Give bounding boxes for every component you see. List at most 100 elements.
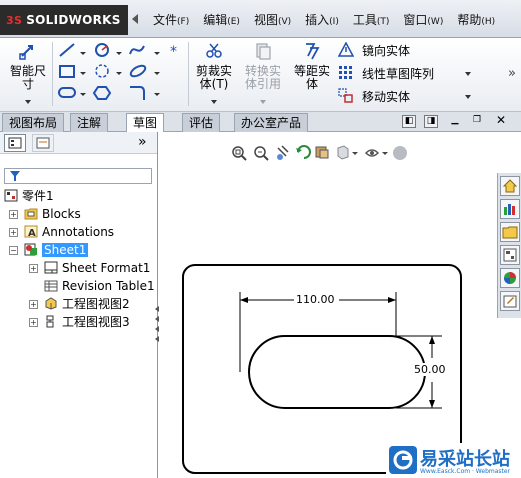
solidworks-logo[interactable]: 3S SOLIDWORKS	[0, 5, 128, 35]
home-icon[interactable]	[500, 176, 520, 196]
offset-entities-button[interactable]: 等距实 体	[290, 42, 334, 91]
convert-entities-icon	[256, 43, 271, 60]
tree-item-blocks-label: Blocks	[42, 207, 81, 221]
spline-tool-icon[interactable]	[129, 45, 145, 55]
view-palette-icon[interactable]	[500, 245, 520, 265]
tab-office-products[interactable]: 办公室产品	[234, 113, 309, 132]
property-manager-tab-icon[interactable]	[32, 134, 54, 152]
tab-evaluate[interactable]: 评估	[182, 113, 221, 132]
tab-annotation[interactable]: 注解	[70, 113, 109, 132]
trim-entities-button[interactable]: 剪裁实 体(T)	[192, 42, 236, 91]
filter-icon	[10, 171, 20, 181]
view2-expand-icon[interactable]: +	[29, 300, 38, 309]
restore-icon[interactable]: ❐	[470, 115, 484, 128]
offset-icon	[306, 43, 320, 60]
arc-tool-icon[interactable]	[95, 64, 109, 78]
mirror-entities-button[interactable]: 镜向实体	[362, 42, 410, 59]
circle-tool-icon[interactable]	[95, 43, 109, 57]
tree-item-revision-table-label: Revision Table1	[62, 279, 155, 293]
menu-view[interactable]: 视图(V)	[247, 8, 298, 32]
menu-insert[interactable]: 插入(I)	[298, 8, 346, 32]
dimension-horizontal-text[interactable]: 110.00	[294, 293, 337, 306]
convert-dropdown-icon[interactable]	[260, 100, 266, 104]
tree-item-blocks[interactable]: Blocks	[24, 206, 81, 223]
tile-right-icon[interactable]: ◨	[424, 115, 438, 128]
file-explorer-icon[interactable]	[500, 222, 520, 242]
tree-item-drawing-view2-label: 工程图视图2	[62, 297, 130, 311]
menu-file[interactable]: 文件(F)	[146, 8, 196, 32]
circle-dropdown-icon	[116, 52, 122, 55]
smart-dimension-dropdown-icon[interactable]	[25, 100, 31, 104]
panel-toolbar: »	[0, 132, 157, 154]
ellipse-tool-icon[interactable]	[129, 64, 147, 79]
menu-tools[interactable]: 工具(T)	[346, 8, 397, 32]
line-tool-icon[interactable]	[59, 43, 75, 57]
view3-expand-icon[interactable]: +	[29, 318, 38, 327]
drawing-view-icon	[45, 297, 57, 310]
line-dropdown-icon	[80, 52, 86, 55]
linear-sketch-pattern-button[interactable]: 线性草图阵列	[362, 65, 434, 82]
feature-manager-tab-icon[interactable]	[4, 134, 26, 152]
ribbon-overflow-icon[interactable]: »	[508, 66, 516, 81]
tree-item-annotations[interactable]: A Annotations	[24, 224, 114, 241]
sketch-tools-grid: *	[58, 43, 177, 100]
svg-text:A: A	[28, 228, 36, 238]
sheet-icon	[24, 243, 37, 256]
point-tool-icon[interactable]: *	[170, 44, 177, 60]
sheet-format-icon	[44, 261, 58, 274]
feature-filter-input[interactable]	[4, 168, 152, 184]
smart-dimension-button[interactable]: 智能尺 寸	[6, 42, 50, 91]
annotations-expand-icon[interactable]: +	[9, 228, 18, 237]
tree-item-sheet[interactable]: Sheet1	[24, 242, 89, 259]
fillet-tool-icon[interactable]	[130, 86, 145, 100]
rectangle-dropdown-icon	[80, 72, 86, 75]
spline-dropdown-icon	[154, 52, 160, 55]
tree-root-label: 零件1	[22, 189, 54, 203]
tree-item-revision-table[interactable]: Revision Table1	[44, 278, 155, 295]
custom-properties-icon[interactable]	[500, 291, 520, 311]
convert-entities-button[interactable]: 转换实 体引用	[240, 42, 286, 91]
watermark-subtitle: Www.Easck.Com · Webmaster	[420, 468, 511, 475]
slot-sketch-entity[interactable]	[248, 335, 426, 409]
tree-item-sheet-format[interactable]: Sheet Format1	[44, 260, 150, 277]
command-manager-ribbon: 智能尺 寸 * 剪裁实 体(T) 转换实 体引用 等距实 体 镜向实体 线性草图…	[0, 38, 521, 112]
tree-item-drawing-view2[interactable]: 工程图视图2	[44, 296, 130, 313]
tree-item-sheet-format-label: Sheet Format1	[62, 261, 151, 275]
panel-expand-icon[interactable]: »	[138, 134, 147, 150]
slot-tool-icon[interactable]	[58, 87, 76, 98]
appearances-icon[interactable]	[500, 268, 520, 288]
menu-expand-arrow-icon[interactable]	[132, 14, 138, 24]
tab-sketch[interactable]: 草图	[126, 113, 165, 133]
tree-item-sheet-label: Sheet1	[42, 243, 89, 257]
tab-view-layout[interactable]: 视图布局	[2, 113, 65, 132]
rectangle-tool-icon[interactable]	[59, 65, 75, 78]
mirror-icon	[338, 42, 354, 57]
tile-left-icon[interactable]: ◧	[402, 115, 416, 128]
task-pane-tabs	[497, 173, 521, 318]
tree-item-annotations-label: Annotations	[42, 225, 115, 239]
move-entities-button[interactable]: 移动实体	[362, 88, 410, 105]
close-icon[interactable]: ✕	[494, 114, 508, 128]
title-menu-bar: 3S SOLIDWORKS 文件(F) 编辑(E) 视图(V) 插入(I) 工具…	[0, 0, 521, 38]
blocks-expand-icon[interactable]: +	[9, 210, 18, 219]
menu-edit[interactable]: 编辑(E)	[196, 8, 247, 32]
menu-window[interactable]: 窗口(W)	[396, 8, 450, 32]
design-library-icon[interactable]	[500, 199, 520, 219]
linear-pattern-dropdown-icon[interactable]	[465, 72, 471, 76]
tree-root-part[interactable]: 零件1	[4, 188, 54, 205]
svg-text:*: *	[170, 44, 177, 60]
sheet-collapse-icon[interactable]: −	[9, 246, 18, 255]
tree-item-drawing-view3-label: 工程图视图3	[62, 315, 130, 329]
polygon-tool-icon[interactable]	[92, 86, 112, 100]
move-entities-icon	[338, 88, 353, 103]
minimize-icon[interactable]: ▁	[448, 115, 462, 128]
menu-bar: 文件(F) 编辑(E) 视图(V) 插入(I) 工具(T) 窗口(W) 帮助(H…	[146, 8, 502, 32]
menu-help[interactable]: 帮助(H)	[450, 8, 502, 32]
dimension-vertical-text[interactable]: 50.00	[414, 363, 446, 376]
sheet-format-expand-icon[interactable]: +	[29, 264, 38, 273]
trim-dropdown-icon[interactable]	[211, 100, 217, 104]
move-dropdown-icon[interactable]	[465, 95, 471, 99]
trim-icon	[206, 43, 222, 58]
tree-item-drawing-view3[interactable]: 工程图视图3	[44, 314, 130, 331]
ellipse-dropdown-icon	[154, 72, 160, 75]
